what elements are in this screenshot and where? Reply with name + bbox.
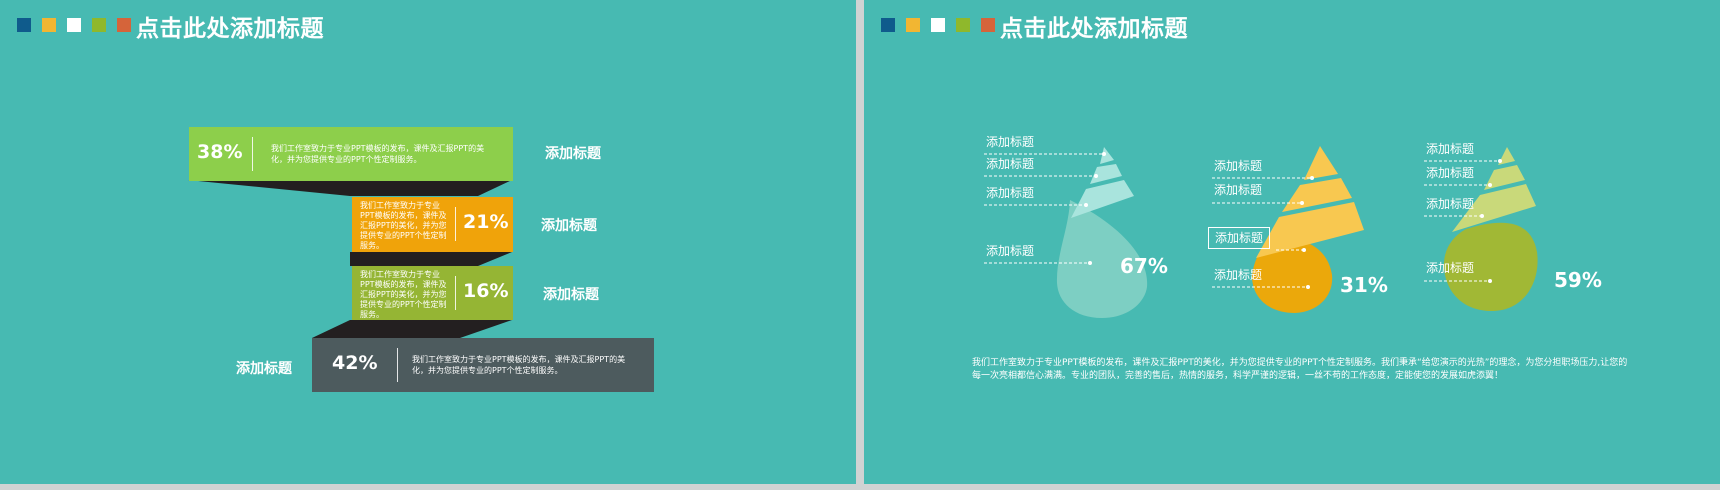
drop-label: 添加标题 [1426,142,1475,156]
slide-left: 点击此处添加标题 38% 我们工作室致力于专业PPT模板的发布，课件及汇报PPT… [0,0,856,484]
band-1: 38% 我们工作室致力于专业PPT模板的发布，课件及汇报PPT的美化，并为您提供… [189,127,513,181]
band-percentage: 38% [197,141,243,163]
droplet-1 [984,147,1148,318]
drop-percentage: 59% [1554,268,1602,292]
band-shadow [350,252,512,266]
drop-label: 添加标题 [986,186,1035,200]
divider [397,348,398,382]
body-paragraph: 我们工作室致力于专业PPT模板的发布，课件及汇报PPT的美化，并为您提供专业的P… [972,358,1628,381]
drop-segment [1304,146,1338,180]
band-title: 添加标题 [545,146,601,162]
drop-label: 添加标题 [986,244,1035,258]
drop-label: 添加标题 [1426,197,1475,211]
band-shadow [188,180,512,196]
drop-segment [1090,164,1122,184]
band-description: 我们工作室致力于专业PPT模板的发布，课件及汇报PPT的美化，并为您提供专业的P… [271,144,485,164]
band-4: 42% 我们工作室致力于专业PPT模板的发布，课件及汇报PPT的美化，并为您提供… [312,338,654,392]
band-title: 添加标题 [541,218,597,234]
drop-label: 添加标题 [1214,159,1263,173]
band-percentage: 21% [463,211,509,233]
drop-segment [1071,180,1134,218]
divider [455,207,456,241]
drop-percentage: 31% [1340,273,1388,297]
drop-segment [1100,147,1114,164]
drop-label-selected: 添加标题 [1208,227,1271,249]
band-description: 我们工作室致力于专业PPT模板的发布，课件及汇报PPT的美化，并为您提供专业的P… [360,270,447,319]
band-title: 添加标题 [236,361,292,377]
drop-label: 添加标题 [1214,268,1263,282]
band-shadow [312,320,512,338]
drop-label: 添加标题 [986,135,1035,149]
drop-label: 添加标题 [1426,166,1475,180]
band-title: 添加标题 [543,287,599,303]
divider [252,137,253,171]
slide-right: 点击此处添加标题 添加标题 添加标题 添加标题 添加标题 67% 添加标题 添加… [864,0,1720,484]
band-percentage: 42% [332,352,378,374]
drop-label: 添加标题 [986,157,1035,171]
band-percentage: 16% [463,280,509,302]
drop-percentage: 67% [1120,254,1168,278]
drop-label: 添加标题 [1214,183,1263,197]
divider [455,276,456,310]
band-description: 我们工作室致力于专业PPT模板的发布，课件及汇报PPT的美化，并为您提供专业的P… [360,201,447,250]
band-3: 我们工作室致力于专业PPT模板的发布，课件及汇报PPT的美化，并为您提供专业的P… [352,266,513,320]
drop-label: 添加标题 [1426,261,1475,275]
band-description: 我们工作室致力于专业PPT模板的发布，课件及汇报PPT的美化，并为您提供专业的P… [412,355,626,375]
band-2: 我们工作室致力于专业PPT模板的发布，课件及汇报PPT的美化，并为您提供专业的P… [352,197,513,252]
